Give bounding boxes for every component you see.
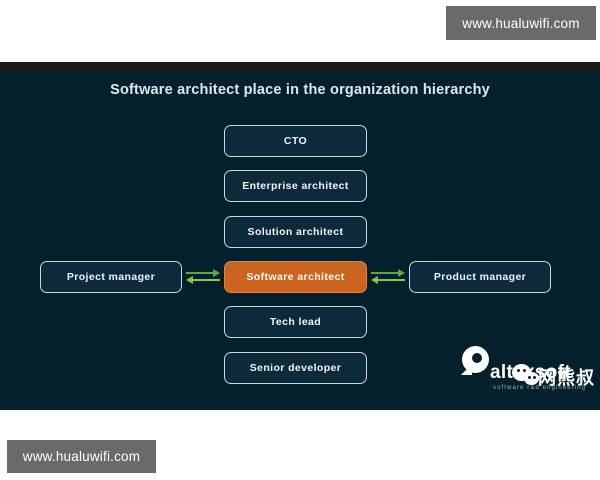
node-project-manager: Project manager [40, 261, 182, 293]
node-tech-lead: Tech lead [224, 306, 367, 338]
logo-cluster: altexsoft software r&d engineering 网熊叔 [460, 344, 600, 396]
altexsoft-bubble-icon [462, 346, 489, 373]
double-arrow-icon-right [370, 268, 406, 285]
screenshot-canvas: www.hualuwifi.com Software architect pla… [0, 0, 600, 480]
node-product-manager: Product manager [409, 261, 551, 293]
node-solution-architect: Solution architect [224, 216, 367, 248]
panel-top-strip [0, 62, 600, 71]
wechat-account-name: 网熊叔 [538, 364, 595, 390]
node-enterprise-architect: Enterprise architect [224, 170, 367, 202]
node-senior-developer: Senior developer [224, 352, 367, 384]
watermark-bottom-left: www.hualuwifi.com [7, 440, 156, 473]
slide-title: Software architect place in the organiza… [0, 82, 600, 98]
double-arrow-icon-left [185, 268, 221, 285]
watermark-top-right: www.hualuwifi.com [446, 6, 596, 40]
node-cto: CTO [224, 125, 367, 157]
node-software-architect-highlighted: Software architect [224, 261, 367, 293]
watermark-url: www.hualuwifi.com [23, 449, 140, 464]
watermark-url: www.hualuwifi.com [462, 16, 579, 31]
